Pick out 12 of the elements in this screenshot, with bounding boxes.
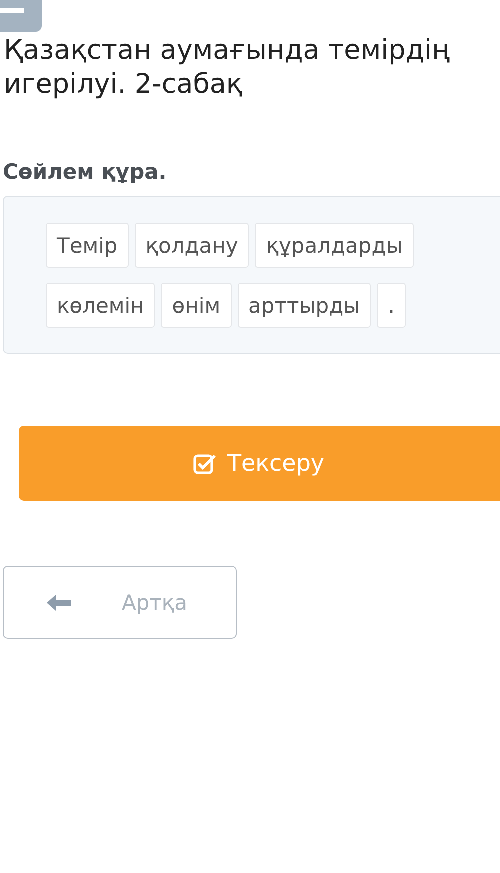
word-chip[interactable]: құралдарды — [255, 223, 414, 268]
word-chip[interactable]: көлемін — [46, 283, 156, 328]
page-title: Қазақстан аумағында темірдің игерілуі. 2-сабақ — [4, 34, 451, 102]
menu-button[interactable] — [0, 0, 42, 32]
word-chip[interactable]: арттырды — [238, 283, 372, 328]
word-chip[interactable]: . — [377, 283, 406, 328]
word-chip[interactable]: Темір — [46, 223, 129, 268]
word-chip[interactable]: өнім — [161, 283, 232, 328]
arrow-left-icon — [46, 594, 72, 612]
word-chip[interactable]: қолдану — [134, 223, 250, 268]
checkbox-icon — [193, 452, 218, 474]
instruction-text: Сөйлем құра. — [3, 160, 168, 184]
